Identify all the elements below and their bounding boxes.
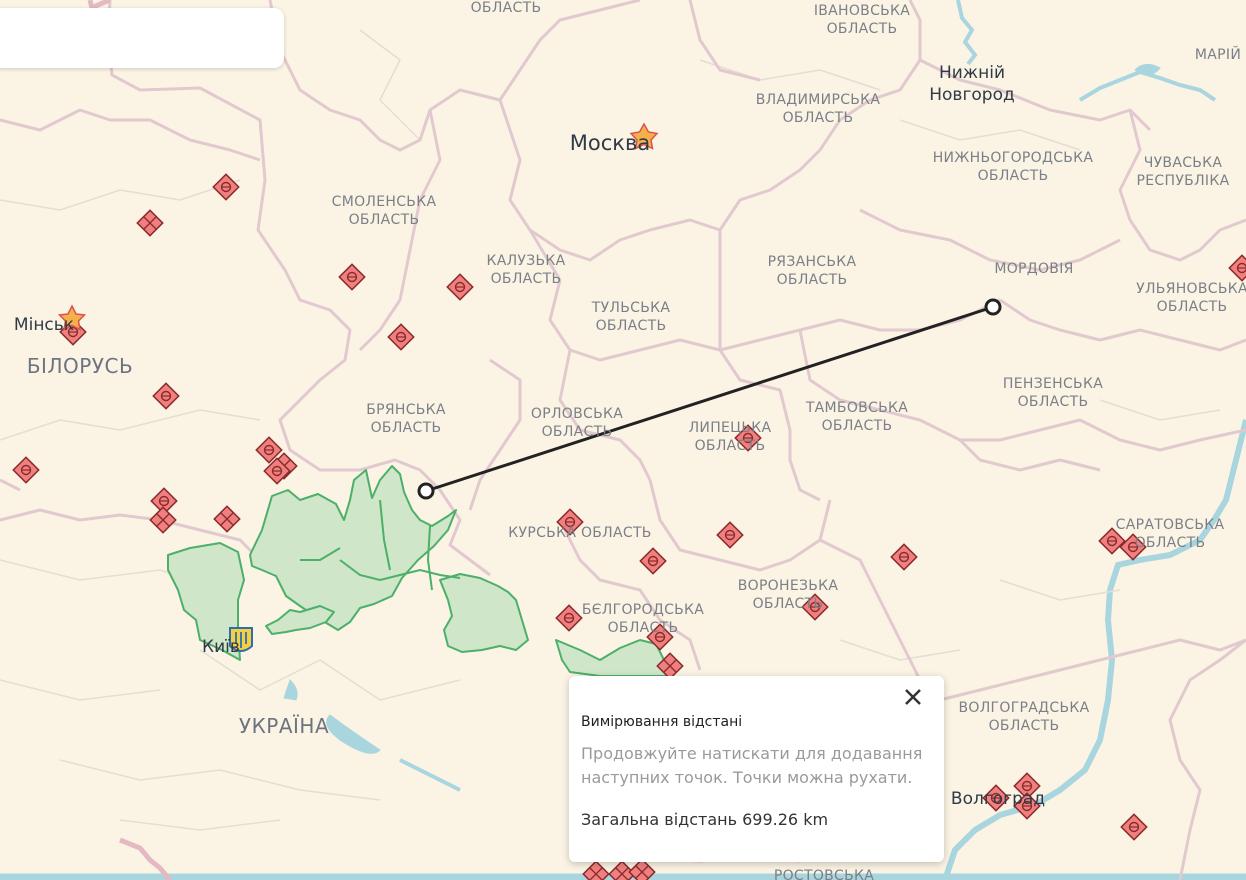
region-label: ПЕНЗЕНСЬКА xyxy=(1003,376,1103,392)
region-label: ОБЛАСТЬ xyxy=(989,718,1060,734)
region-label: ВОЛГОГРАДСЬКА xyxy=(958,700,1089,716)
measure-hint: Продовжуйте натискати для додавання наст… xyxy=(581,744,923,787)
region-label: ОБЛАСТЬ xyxy=(1157,299,1228,315)
region-label: ОРЛОВСЬКА xyxy=(531,406,623,422)
region-label: ОБЛАСТЬ xyxy=(608,620,679,636)
region-label: ОБЛАСТЬ xyxy=(783,110,854,126)
region-label: ЧУВАСЬКА xyxy=(1144,155,1223,171)
region-label: ОБЛАСТЬ xyxy=(471,0,542,16)
region-label: УЛЬЯНОВСЬКА xyxy=(1136,281,1246,297)
measure-total-unit: km xyxy=(803,810,829,829)
region-label: ІВАНОВСЬКА xyxy=(814,3,910,19)
region-label: ОБЛАСТЬ xyxy=(827,21,898,37)
region-label: ОБЛАСТЬ xyxy=(822,418,893,434)
region-label: ОБЛАСТЬ xyxy=(1135,535,1206,551)
region-label: ОБЛАСТЬ xyxy=(695,438,766,454)
close-icon[interactable] xyxy=(900,684,926,710)
measure-total: Загальна відстань 699.26 km xyxy=(581,810,932,829)
region-label: БЄЛГОРОДСЬКА xyxy=(582,602,704,618)
region-label: ОБЛАСТЬ xyxy=(753,596,824,612)
region-label: КУРСЬКА ОБЛАСТЬ xyxy=(508,525,651,541)
region-label: ОБЛАСТЬ xyxy=(542,424,613,440)
region-label: ОБЛАСТЬ xyxy=(349,212,420,228)
city-label: Мінськ xyxy=(14,315,74,335)
region-label: ВЛАДИМИРСЬКА xyxy=(756,92,881,108)
country-label: УКРАЇНА xyxy=(239,714,329,738)
region-label: КАЛУЗЬКА xyxy=(486,253,565,269)
measure-distance-panel: Вимірювання відстані Продовжуйте натиска… xyxy=(569,676,944,862)
measure-title: Вимірювання відстані xyxy=(581,714,743,730)
region-label: ОБЛАСТЬ xyxy=(1018,394,1089,410)
region-label: САРАТОВСЬКА xyxy=(1116,517,1225,533)
region-label: ТАМБОВСЬКА xyxy=(805,400,908,416)
measure-total-value: 699.26 xyxy=(742,810,799,829)
region-label: ОБЛАСТЬ xyxy=(371,420,442,436)
country-label: БІЛОРУСЬ xyxy=(27,354,133,378)
capital-label: Москва xyxy=(570,131,650,155)
region-label: РОСТОВСЬКА xyxy=(774,868,874,880)
region-label: БРЯНСЬКА xyxy=(366,402,446,418)
region-label: МАРІЙ xyxy=(1195,45,1241,63)
city-label: Київ xyxy=(202,637,240,657)
region-label: ЛИПЕЦЬКА xyxy=(689,420,772,436)
region-label: ОБЛАСТЬ xyxy=(978,168,1049,184)
region-label: ВОРОНЕЗЬКА xyxy=(738,578,839,594)
region-label: ОБЛАСТЬ xyxy=(777,272,848,288)
city-label: Нижній xyxy=(939,63,1005,83)
region-label: РЯЗАНСЬКА xyxy=(768,254,857,270)
region-label: ОБЛАСТЬ xyxy=(596,318,667,334)
region-label: СМОЛЕНСЬКА xyxy=(332,194,437,210)
region-label: НИЖНЬОГОРОДСЬКА xyxy=(933,150,1094,166)
measure-total-label: Загальна відстань xyxy=(581,810,738,829)
city-label: Волгоград xyxy=(951,789,1045,809)
region-label: ОБЛАСТЬ xyxy=(491,271,562,287)
measure-point-start[interactable] xyxy=(417,482,435,500)
region-label: РЕСПУБЛІКА xyxy=(1137,173,1230,189)
search-box[interactable] xyxy=(0,8,284,68)
region-label: ТУЛЬСЬКА xyxy=(591,300,671,316)
measure-point-end[interactable] xyxy=(984,298,1002,316)
city-label: Новгород xyxy=(929,85,1014,105)
region-label: МОРДОВІЯ xyxy=(994,261,1073,277)
